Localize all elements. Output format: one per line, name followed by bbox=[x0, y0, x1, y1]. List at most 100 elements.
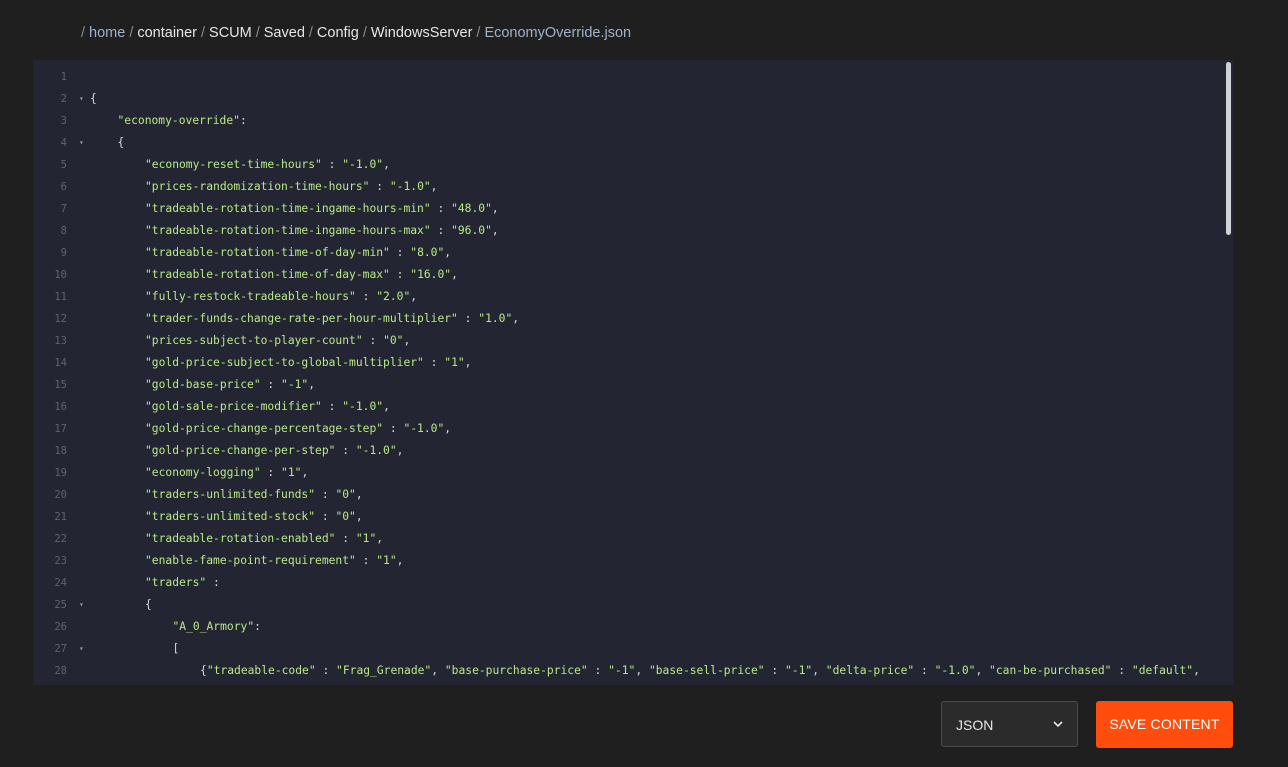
code-text: "tradeable-rotation-time-ingame-hours-mi… bbox=[145, 202, 499, 215]
save-content-button[interactable]: SAVE CONTENT bbox=[1096, 701, 1233, 748]
line-number: 12 bbox=[54, 313, 67, 325]
line-number: 14 bbox=[54, 357, 67, 369]
code-line[interactable]: 4 ▾ { bbox=[33, 132, 1223, 154]
code-text: "traders-unlimited-funds" : "0", bbox=[145, 488, 363, 501]
editor-scrollbar-thumb[interactable] bbox=[1226, 62, 1231, 235]
code-line[interactable]: 11 "fully-restock-tradeable-hours" : "2.0… bbox=[33, 286, 1223, 308]
code-line[interactable]: 28 {"tradeable-code" : "Frag_Grenade", "b… bbox=[33, 660, 1223, 682]
code-text: "prices-randomization-time-hours" : "-1.… bbox=[145, 180, 438, 193]
line-number: 18 bbox=[54, 445, 67, 457]
code-line[interactable]: 2 ▾ { bbox=[33, 88, 1223, 110]
code-line[interactable]: 13 "prices-subject-to-player-count" : "0"… bbox=[33, 330, 1223, 352]
code-text: "trader-funds-change-rate-per-hour-multi… bbox=[145, 312, 520, 325]
code-line[interactable]: 5 "economy-reset-time-hours" : "-1.0", bbox=[33, 154, 1223, 176]
code-text: {"tradeable-code" : "Frag_Grenade", "bas… bbox=[200, 664, 1200, 677]
code-text: "gold-sale-price-modifier" : "-1.0", bbox=[145, 400, 390, 413]
line-number: 10 bbox=[54, 269, 67, 281]
code-line[interactable]: 14 "gold-price-subject-to-global-multipli… bbox=[33, 352, 1223, 374]
code-line[interactable]: 1 bbox=[33, 66, 1223, 88]
line-number: 1 bbox=[60, 71, 67, 83]
breadcrumb: / home / container / SCUM / Saved / Config / Window… bbox=[81, 25, 631, 41]
breadcrumb-saved[interactable]: Saved bbox=[264, 25, 305, 41]
fold-toggle-icon[interactable]: ▾ bbox=[79, 132, 84, 154]
line-number: 16 bbox=[54, 401, 67, 413]
line-number: 5 bbox=[60, 159, 67, 171]
fold-toggle-icon[interactable]: ▾ bbox=[79, 594, 84, 616]
breadcrumb-config[interactable]: Config bbox=[317, 25, 359, 41]
code-text: "tradeable-rotation-enabled" : "1", bbox=[145, 532, 384, 545]
breadcrumb-home[interactable]: home bbox=[89, 25, 125, 41]
breadcrumb-separator: / bbox=[81, 25, 86, 41]
line-number: 11 bbox=[54, 291, 67, 303]
code-line[interactable]: 16 "gold-sale-price-modifier" : "-1.0", bbox=[33, 396, 1223, 418]
breadcrumb-windowsserver[interactable]: WindowsServer bbox=[371, 25, 473, 41]
code-line[interactable]: 3 "economy-override": bbox=[33, 110, 1223, 132]
code-line[interactable]: 17 "gold-price-change-percentage-step" : … bbox=[33, 418, 1223, 440]
line-number: 19 bbox=[54, 467, 67, 479]
code-text: "gold-price-subject-to-global-multiplier… bbox=[145, 356, 472, 369]
code-line[interactable]: 18 "gold-price-change-per-step" : "-1.0", bbox=[33, 440, 1223, 462]
breadcrumb-separator: / bbox=[201, 25, 206, 41]
line-number: 13 bbox=[54, 335, 67, 347]
code-line[interactable]: 27 ▾ [ bbox=[33, 638, 1223, 660]
breadcrumb-separator: / bbox=[129, 25, 134, 41]
code-text: "tradeable-rotation-time-of-day-min" : "… bbox=[145, 246, 452, 259]
line-number: 17 bbox=[54, 423, 67, 435]
breadcrumb-separator: / bbox=[308, 25, 313, 41]
line-number: 9 bbox=[60, 247, 67, 259]
editor-scrollbar[interactable] bbox=[1224, 60, 1233, 685]
breadcrumb-separator: / bbox=[255, 25, 260, 41]
breadcrumb-container[interactable]: container bbox=[137, 25, 197, 41]
code-text: "gold-price-change-per-step" : "-1.0", bbox=[145, 444, 404, 457]
code-line[interactable]: 20 "traders-unlimited-funds" : "0", bbox=[33, 484, 1223, 506]
breadcrumb-separator: / bbox=[362, 25, 367, 41]
code-line[interactable]: 15 "gold-base-price" : "-1", bbox=[33, 374, 1223, 396]
code-text: "enable-fame-point-requirement" : "1", bbox=[145, 554, 404, 567]
line-number: 23 bbox=[54, 555, 67, 567]
fold-toggle-icon[interactable]: ▾ bbox=[79, 88, 84, 110]
fold-toggle-icon[interactable]: ▾ bbox=[79, 638, 84, 660]
code-text: { bbox=[90, 92, 97, 105]
language-select[interactable]: JSON bbox=[941, 701, 1078, 747]
code-text: [ bbox=[172, 642, 180, 655]
code-text: "economy-override": bbox=[117, 114, 247, 127]
code-text: "gold-price-change-percentage-step" : "-… bbox=[145, 422, 452, 435]
code-text: "tradeable-rotation-time-of-day-max" : "… bbox=[145, 268, 458, 281]
code-line[interactable]: 6 "prices-randomization-time-hours" : "-1… bbox=[33, 176, 1223, 198]
line-number: 20 bbox=[54, 489, 67, 501]
code-line[interactable]: 7 "tradeable-rotation-time-ingame-hours-m… bbox=[33, 198, 1223, 220]
line-number: 22 bbox=[54, 533, 67, 545]
line-number: 25 bbox=[54, 599, 67, 611]
breadcrumb-scum[interactable]: SCUM bbox=[209, 25, 252, 41]
code-line[interactable]: 23 "enable-fame-point-requirement" : "1", bbox=[33, 550, 1223, 572]
line-number: 8 bbox=[60, 225, 67, 237]
line-number: 3 bbox=[60, 115, 67, 127]
language-select-value: JSON bbox=[956, 717, 994, 733]
code-line[interactable]: 24 "traders" : bbox=[33, 572, 1223, 594]
code-text: "A_0_Armory": bbox=[172, 620, 261, 633]
code-text: "traders" : bbox=[145, 576, 220, 589]
code-editor[interactable]: 1 2 ▾ {3 "economy-override": 4 ▾ {5 "economy-res… bbox=[33, 60, 1233, 685]
code-lines[interactable]: 1 2 ▾ {3 "economy-override": 4 ▾ {5 "economy-res… bbox=[33, 66, 1223, 682]
breadcrumb-current-file: EconomyOverride.json bbox=[484, 25, 632, 41]
code-line[interactable]: 25 ▾ { bbox=[33, 594, 1223, 616]
line-number: 28 bbox=[54, 665, 67, 677]
code-line[interactable]: 9 "tradeable-rotation-time-of-day-min" : … bbox=[33, 242, 1223, 264]
code-text: "economy-logging" : "1", bbox=[145, 466, 309, 479]
line-number: 4 bbox=[60, 137, 67, 149]
line-number: 27 bbox=[54, 643, 67, 655]
code-text: { bbox=[117, 136, 125, 149]
code-line[interactable]: 19 "economy-logging" : "1", bbox=[33, 462, 1223, 484]
line-number: 6 bbox=[60, 181, 67, 193]
code-line[interactable]: 12 "trader-funds-change-rate-per-hour-mul… bbox=[33, 308, 1223, 330]
line-number: 15 bbox=[54, 379, 67, 391]
breadcrumb-separator: / bbox=[476, 25, 481, 41]
code-line[interactable]: 26 "A_0_Armory": bbox=[33, 616, 1223, 638]
code-text: "tradeable-rotation-time-ingame-hours-ma… bbox=[145, 224, 499, 237]
code-line[interactable]: 21 "traders-unlimited-stock" : "0", bbox=[33, 506, 1223, 528]
code-line[interactable]: 8 "tradeable-rotation-time-ingame-hours-m… bbox=[33, 220, 1223, 242]
code-text: { bbox=[145, 598, 152, 611]
code-line[interactable]: 10 "tradeable-rotation-time-of-day-max" :… bbox=[33, 264, 1223, 286]
code-line[interactable]: 22 "tradeable-rotation-enabled" : "1", bbox=[33, 528, 1223, 550]
code-text: "prices-subject-to-player-count" : "0", bbox=[145, 334, 411, 347]
